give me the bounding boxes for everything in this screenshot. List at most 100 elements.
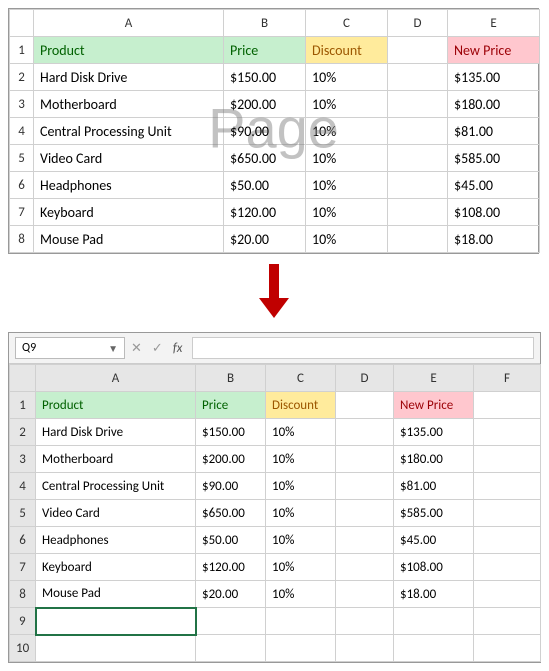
cell-empty[interactable]: [388, 172, 448, 199]
cell-product[interactable]: Keyboard: [34, 199, 224, 226]
col-header[interactable]: B: [196, 365, 266, 392]
cell-discount[interactable]: 10%: [266, 554, 336, 581]
header-new-price[interactable]: New Price: [394, 392, 474, 419]
cell-empty[interactable]: [388, 91, 448, 118]
cell-price[interactable]: $150.00: [196, 419, 266, 446]
cell-empty[interactable]: [336, 473, 394, 500]
cell-price[interactable]: $650.00: [196, 500, 266, 527]
cell-discount[interactable]: 10%: [266, 473, 336, 500]
cell-price[interactable]: $90.00: [224, 118, 306, 145]
row-header[interactable]: 10: [10, 635, 36, 662]
cell-new-price[interactable]: $45.00: [448, 172, 540, 199]
cell-empty[interactable]: [388, 226, 448, 253]
cell-empty[interactable]: [336, 527, 394, 554]
cell-new-price[interactable]: $135.00: [394, 419, 474, 446]
row-header[interactable]: 2: [10, 64, 34, 91]
cell-price[interactable]: $150.00: [224, 64, 306, 91]
cell-new-price[interactable]: $585.00: [394, 500, 474, 527]
fx-icon[interactable]: fx: [173, 341, 183, 356]
cell-empty[interactable]: [336, 446, 394, 473]
cell-empty[interactable]: [388, 145, 448, 172]
cell-new-price[interactable]: $81.00: [448, 118, 540, 145]
cell-new-price[interactable]: $81.00: [394, 473, 474, 500]
cell-product[interactable]: Motherboard: [34, 91, 224, 118]
col-header[interactable]: F: [474, 365, 541, 392]
cell-price[interactable]: $120.00: [196, 554, 266, 581]
cell-empty[interactable]: [388, 37, 448, 64]
corner-cell[interactable]: [10, 365, 36, 392]
col-header[interactable]: C: [266, 365, 336, 392]
row-header[interactable]: 6: [10, 527, 36, 554]
row-header[interactable]: 8: [10, 226, 34, 253]
cell-product[interactable]: Video Card: [36, 500, 196, 527]
cell-discount[interactable]: 10%: [306, 172, 388, 199]
cell-discount[interactable]: 10%: [306, 145, 388, 172]
header-price[interactable]: Price: [196, 392, 266, 419]
col-header[interactable]: A: [34, 10, 224, 37]
cell-product[interactable]: Headphones: [34, 172, 224, 199]
col-header[interactable]: A: [36, 365, 196, 392]
cancel-icon[interactable]: ✕: [131, 341, 142, 356]
row-header[interactable]: 5: [10, 500, 36, 527]
cell-new-price[interactable]: $180.00: [394, 446, 474, 473]
cell-price[interactable]: $50.00: [224, 172, 306, 199]
cell-empty[interactable]: [336, 554, 394, 581]
cell-new-price[interactable]: $108.00: [448, 199, 540, 226]
cell-empty[interactable]: [474, 527, 541, 554]
cell-product[interactable]: Mouse Pad: [34, 226, 224, 253]
cell-discount[interactable]: 10%: [266, 500, 336, 527]
col-header[interactable]: C: [306, 10, 388, 37]
header-product[interactable]: Product: [34, 37, 224, 64]
cell-price[interactable]: $90.00: [196, 473, 266, 500]
cell-discount[interactable]: 10%: [306, 64, 388, 91]
cell-product[interactable]: Hard Disk Drive: [34, 64, 224, 91]
formula-input[interactable]: [192, 337, 534, 359]
cell-empty[interactable]: [336, 608, 394, 635]
name-box[interactable]: Q9 ▼: [15, 337, 125, 359]
cell-price[interactable]: $200.00: [196, 446, 266, 473]
cell-empty[interactable]: [388, 64, 448, 91]
cell-discount[interactable]: 10%: [306, 199, 388, 226]
cell-empty[interactable]: [474, 500, 541, 527]
cell-discount[interactable]: 10%: [266, 581, 336, 608]
cell-empty[interactable]: [388, 118, 448, 145]
row-header[interactable]: 9: [10, 608, 36, 635]
cell-price[interactable]: $650.00: [224, 145, 306, 172]
row-header[interactable]: 8: [10, 581, 36, 608]
cell-new-price[interactable]: $585.00: [448, 145, 540, 172]
header-new-price[interactable]: New Price: [448, 37, 540, 64]
header-price[interactable]: Price: [224, 37, 306, 64]
header-product[interactable]: Product: [36, 392, 196, 419]
row-header[interactable]: 3: [10, 91, 34, 118]
cell-new-price[interactable]: $18.00: [394, 581, 474, 608]
cell-discount[interactable]: 10%: [266, 527, 336, 554]
cell-discount[interactable]: 10%: [306, 226, 388, 253]
cell-empty[interactable]: [474, 392, 541, 419]
cell-product[interactable]: Central Processing Unit: [36, 473, 196, 500]
cell-empty[interactable]: [388, 199, 448, 226]
cell-empty[interactable]: [474, 473, 541, 500]
cell-empty[interactable]: [394, 608, 474, 635]
col-header[interactable]: E: [448, 10, 540, 37]
cell-new-price[interactable]: $18.00: [448, 226, 540, 253]
cell-empty[interactable]: [36, 635, 196, 662]
cell-empty[interactable]: [196, 608, 266, 635]
corner-cell[interactable]: [10, 10, 34, 37]
row-header[interactable]: 7: [10, 554, 36, 581]
cell-price[interactable]: $50.00: [196, 527, 266, 554]
col-header[interactable]: D: [388, 10, 448, 37]
cell-empty[interactable]: [196, 635, 266, 662]
cell-product[interactable]: Mouse Pad: [36, 581, 196, 608]
cell-discount[interactable]: 10%: [266, 446, 336, 473]
cell-discount[interactable]: 10%: [306, 91, 388, 118]
cell-product[interactable]: Central Processing Unit: [34, 118, 224, 145]
confirm-icon[interactable]: ✓: [152, 341, 163, 356]
row-header[interactable]: 5: [10, 145, 34, 172]
cell-empty[interactable]: [266, 608, 336, 635]
cell-empty[interactable]: [474, 446, 541, 473]
cell-product[interactable]: Headphones: [36, 527, 196, 554]
row-header[interactable]: 4: [10, 118, 34, 145]
cell-empty[interactable]: [336, 392, 394, 419]
cell-empty[interactable]: [336, 581, 394, 608]
cell-empty[interactable]: [474, 608, 541, 635]
